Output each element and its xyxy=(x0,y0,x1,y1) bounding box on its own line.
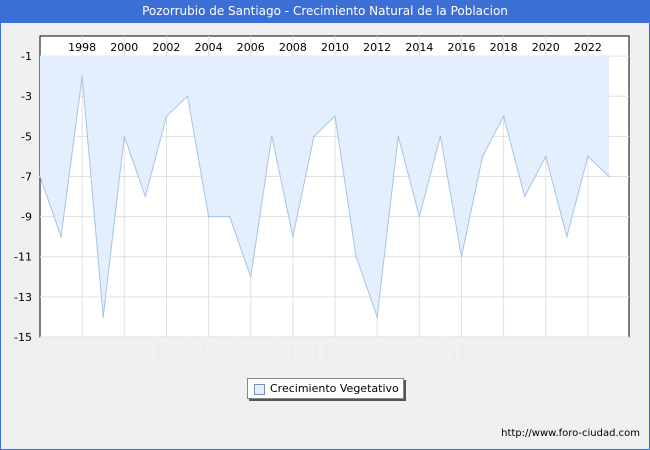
data-point xyxy=(123,135,126,138)
data-point xyxy=(502,115,505,118)
y-tick-label: -13 xyxy=(14,291,32,304)
legend-label: Crecimiento Vegetativo xyxy=(270,382,399,395)
data-point xyxy=(292,235,294,238)
x-tick-label: 2014 xyxy=(405,41,433,54)
data-point xyxy=(397,135,400,138)
data-point xyxy=(544,155,547,158)
data-point xyxy=(460,255,463,258)
data-point xyxy=(523,195,526,198)
data-point xyxy=(81,75,83,77)
data-point xyxy=(271,135,273,138)
data-point xyxy=(313,135,315,138)
data-point xyxy=(228,215,231,218)
data-point xyxy=(186,95,189,97)
data-point xyxy=(102,316,105,318)
x-tick-label: 2012 xyxy=(363,41,391,54)
y-tick-label: -1 xyxy=(21,50,32,63)
x-tick-label: 2006 xyxy=(237,41,265,54)
x-tick-label: 2022 xyxy=(574,41,602,54)
data-point xyxy=(376,316,378,318)
data-point xyxy=(249,276,252,278)
data-point xyxy=(481,155,484,158)
y-tick-label: -11 xyxy=(14,251,32,264)
y-tick-label: -5 xyxy=(21,130,32,143)
data-point xyxy=(60,235,62,238)
data-point xyxy=(587,155,589,158)
x-tick-label: 2020 xyxy=(532,41,560,54)
x-tick-label: 2010 xyxy=(321,41,349,54)
legend-swatch xyxy=(254,384,265,395)
data-point xyxy=(165,115,168,118)
x-tick-label: 1998 xyxy=(68,41,96,54)
data-point xyxy=(608,175,610,178)
data-point xyxy=(39,175,41,178)
data-point xyxy=(334,115,336,118)
y-tick-label: -7 xyxy=(21,170,32,183)
y-tick-label: -3 xyxy=(21,90,32,103)
y-tick-label: -15 xyxy=(14,331,32,344)
x-tick-label: 2000 xyxy=(110,41,138,54)
legend: Crecimiento Vegetativo xyxy=(247,378,404,399)
watermark-text: FORO-CIUDAD.COM xyxy=(153,336,487,376)
source-url: http://www.foro-ciudad.com xyxy=(501,428,640,439)
x-tick-label: 2004 xyxy=(195,41,223,54)
data-point xyxy=(439,135,442,138)
data-point xyxy=(144,195,147,198)
data-point xyxy=(566,235,568,238)
data-point xyxy=(207,215,210,218)
x-tick-label: 2008 xyxy=(279,41,307,54)
data-point xyxy=(355,255,357,258)
y-tick-label: -9 xyxy=(21,211,32,224)
data-point xyxy=(418,215,421,218)
x-tick-label: 2018 xyxy=(490,41,518,54)
x-tick-label: 2002 xyxy=(152,41,180,54)
x-tick-label: 2016 xyxy=(447,41,475,54)
